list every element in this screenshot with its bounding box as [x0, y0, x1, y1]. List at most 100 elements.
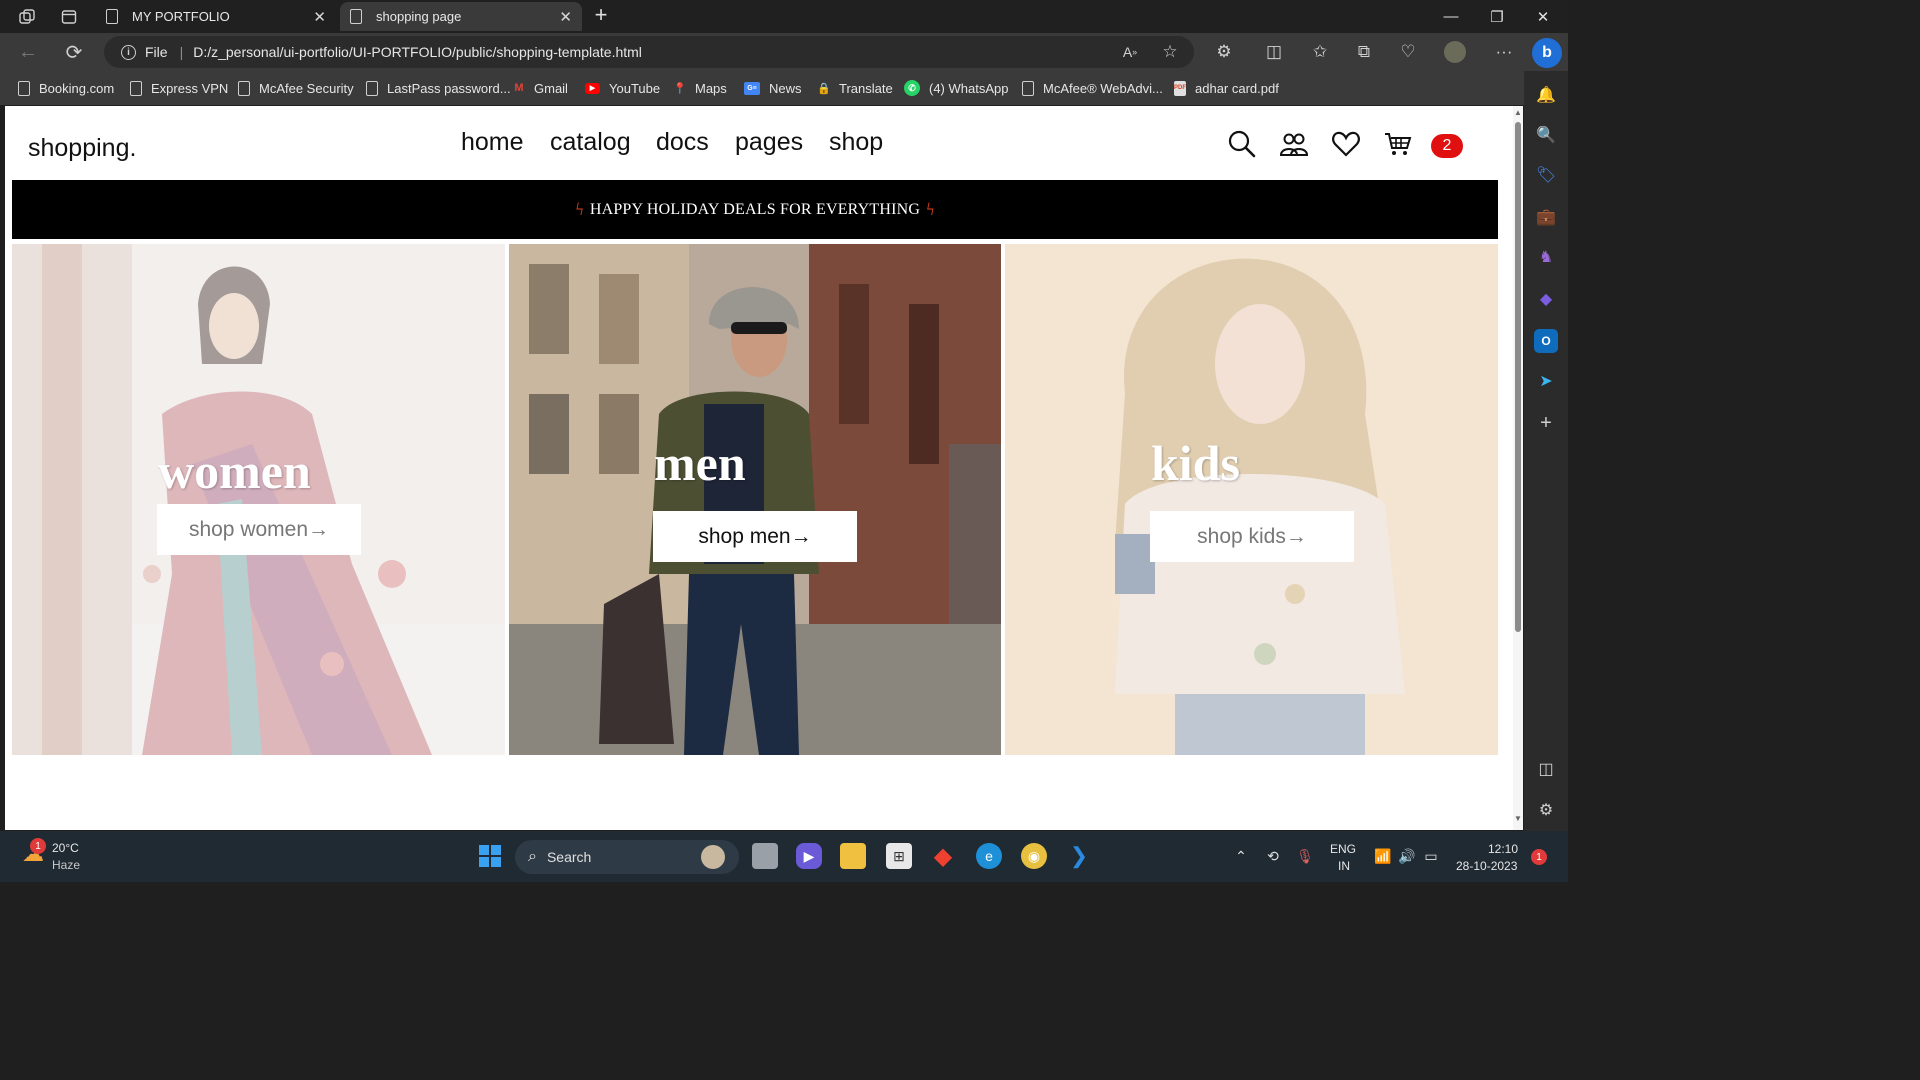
windows-start-icon[interactable]: [477, 843, 503, 869]
shop-women-button[interactable]: shop women→: [157, 504, 361, 555]
notification-badge[interactable]: 1: [1531, 849, 1547, 865]
category-panel-men[interactable]: men shop men→: [509, 244, 1001, 755]
nav-docs[interactable]: docs: [656, 128, 709, 157]
clock-date[interactable]: 28-10-2023: [1456, 859, 1517, 873]
language-region[interactable]: IN: [1338, 859, 1350, 873]
sidebar-settings-icon[interactable]: ⚙: [1534, 798, 1558, 822]
teams-chat-icon[interactable]: ▶: [796, 843, 822, 869]
performance-icon[interactable]: ♡: [1396, 41, 1420, 63]
close-tab-icon[interactable]: ✕: [313, 8, 326, 26]
bookmark-maps[interactable]: 📍 Maps: [673, 79, 727, 97]
bookmark-whatsapp[interactable]: ✆ (4) WhatsApp: [904, 79, 1008, 97]
site-logo[interactable]: shopping.: [28, 134, 136, 163]
more-menu-icon[interactable]: ···: [1492, 41, 1516, 63]
scroll-thumb[interactable]: [1515, 122, 1521, 632]
close-window-button[interactable]: ✕: [1520, 0, 1566, 33]
page-scrollbar[interactable]: ▲ ▼: [1513, 106, 1523, 830]
games-icon[interactable]: ♞: [1534, 245, 1558, 269]
collections-icon[interactable]: ⧉: [1352, 41, 1376, 63]
bookmark-label: YouTube: [609, 80, 661, 96]
clock-time[interactable]: 12:10: [1488, 842, 1518, 856]
maps-icon: 📍: [673, 82, 687, 95]
vscode-icon[interactable]: ❯: [1066, 843, 1092, 869]
bookmark-mcafee-webadvisor[interactable]: McAfee® WebAdvi...: [1022, 79, 1163, 97]
extensions-icon[interactable]: ⚙: [1212, 41, 1236, 63]
outlook-icon[interactable]: O: [1534, 329, 1558, 353]
tab-shopping-page[interactable]: shopping page ✕: [340, 2, 582, 31]
bookmark-label: Express VPN: [151, 80, 229, 96]
address-bar[interactable]: i File | D:/z_personal/ui-portfolio/UI-P…: [104, 36, 1194, 68]
minimize-button[interactable]: —: [1428, 0, 1474, 33]
nav-catalog[interactable]: catalog: [550, 128, 631, 157]
bookmark-gmail[interactable]: M Gmail: [513, 79, 568, 97]
category-panel-kids[interactable]: kids shop kids→: [1005, 244, 1498, 755]
shop-men-button[interactable]: shop men→: [653, 511, 857, 562]
wifi-icon[interactable]: 📶: [1370, 843, 1396, 869]
bookmark-label: (4) WhatsApp: [929, 80, 1009, 96]
task-view-icon[interactable]: [752, 843, 778, 869]
bookmark-booking[interactable]: Booking.com: [18, 79, 114, 97]
bookmark-label: McAfee® WebAdvi...: [1043, 80, 1163, 96]
profile-avatar[interactable]: [1444, 41, 1466, 63]
nav-shop[interactable]: shop: [829, 128, 883, 157]
telegram-icon[interactable]: ➤: [1534, 369, 1558, 393]
new-tab-button[interactable]: +: [588, 3, 614, 29]
bookmark-news[interactable]: G≡ News: [744, 79, 802, 97]
read-aloud-icon[interactable]: A»: [1118, 41, 1142, 63]
tab-actions-icon[interactable]: [56, 4, 82, 30]
app-diamond-icon[interactable]: ◆: [930, 843, 956, 870]
volume-icon[interactable]: 🔊: [1394, 843, 1420, 869]
bookmark-mcafee-security[interactable]: McAfee Security: [238, 79, 354, 97]
add-sidebar-icon[interactable]: +: [1534, 411, 1558, 435]
copilot-icon[interactable]: b: [1532, 38, 1562, 68]
favorites-icon[interactable]: ✩: [1308, 41, 1332, 63]
bookmark-express-vpn[interactable]: Express VPN: [130, 79, 228, 97]
bookmark-translate[interactable]: 🔒 Translate: [817, 79, 893, 97]
heart-icon[interactable]: [1331, 129, 1361, 159]
notifications-bell-icon[interactable]: 🔔: [1534, 83, 1558, 107]
copilot-sidebar-icon[interactable]: ◆: [1534, 287, 1558, 311]
favorite-star-icon[interactable]: ☆: [1158, 41, 1182, 63]
bookmark-youtube[interactable]: ▶ YouTube: [585, 79, 660, 97]
close-tab-icon[interactable]: ✕: [559, 8, 572, 26]
nav-home[interactable]: home: [461, 128, 524, 157]
show-hidden-icons-chevron[interactable]: ⌃: [1228, 843, 1254, 869]
language-code[interactable]: ENG: [1330, 842, 1356, 856]
scroll-down-arrow[interactable]: ▼: [1513, 814, 1523, 823]
nav-pages[interactable]: pages: [735, 128, 803, 157]
taskbar-search-box[interactable]: ⌕ Search: [515, 840, 739, 874]
chrome-icon[interactable]: ◉: [1021, 843, 1047, 869]
shop-kids-button[interactable]: shop kids→: [1150, 511, 1354, 562]
bookmark-adhar-pdf[interactable]: PDF adhar card.pdf: [1174, 79, 1279, 97]
url-text[interactable]: D:/z_personal/ui-portfolio/UI-PORTFOLIO/…: [193, 44, 642, 60]
bookmark-label: adhar card.pdf: [1195, 80, 1279, 96]
bookmark-lastpass[interactable]: LastPass password...: [366, 79, 511, 97]
battery-icon[interactable]: ▭: [1418, 843, 1444, 869]
ms-store-icon[interactable]: ⊞: [886, 843, 912, 869]
cart-icon[interactable]: [1383, 129, 1413, 159]
edge-sidebar: 🔔 🔍 🏷 💼 ♞ ◆ O ➤ + ◫ ⚙: [1524, 71, 1568, 831]
pdf-icon: PDF: [1174, 80, 1186, 96]
weather-temp[interactable]: 20°C: [52, 841, 79, 855]
category-panel-women[interactable]: women shop women→: [12, 244, 505, 755]
search-sidebar-icon[interactable]: 🔍: [1534, 123, 1558, 147]
back-button[interactable]: ←: [14, 39, 42, 65]
refresh-button[interactable]: ⟳: [60, 39, 88, 65]
bookmark-label: LastPass password...: [387, 80, 511, 96]
restore-button[interactable]: ❐: [1474, 0, 1520, 33]
shopping-tag-icon[interactable]: 🏷: [1534, 163, 1558, 187]
users-icon[interactable]: [1279, 129, 1309, 159]
sync-icon[interactable]: ⟲: [1260, 843, 1286, 869]
microphone-icon[interactable]: 🎙: [1292, 843, 1318, 869]
info-icon[interactable]: i: [121, 44, 136, 60]
weather-desc[interactable]: Haze: [52, 858, 80, 872]
tools-briefcase-icon[interactable]: 💼: [1534, 205, 1558, 229]
edge-browser-icon[interactable]: e: [976, 843, 1002, 869]
file-explorer-icon[interactable]: [840, 843, 866, 869]
hide-sidebar-icon[interactable]: ◫: [1534, 757, 1558, 781]
tab-my-portfolio[interactable]: MY PORTFOLIO ✕: [96, 2, 336, 31]
search-icon[interactable]: [1227, 129, 1257, 159]
workspaces-icon[interactable]: [14, 4, 40, 30]
split-screen-icon[interactable]: ◫: [1262, 41, 1286, 63]
scroll-up-arrow[interactable]: ▲: [1513, 108, 1523, 117]
